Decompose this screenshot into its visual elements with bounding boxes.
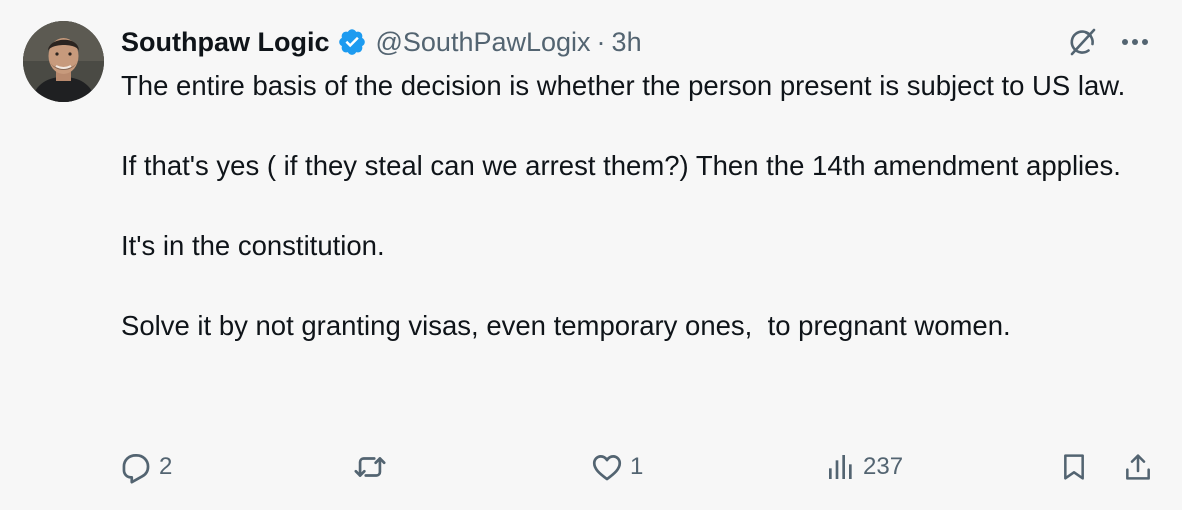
views-count: 237: [863, 453, 904, 480]
like-count: 1: [630, 453, 644, 480]
tweet-paragraph: It's in the constitution.: [121, 230, 385, 261]
verified-badge-icon[interactable]: [337, 27, 367, 57]
reply-count: 2: [159, 453, 173, 480]
share-icon: [1122, 450, 1154, 484]
author-display-name[interactable]: Southpaw Logic: [121, 27, 330, 58]
tweet-header: Southpaw Logic @SouthPawLogix · 3h: [121, 24, 642, 60]
tweet-card: Southpaw Logic @SouthPawLogix · 3h The e…: [0, 0, 1182, 510]
heart-icon: [590, 450, 624, 484]
repost-icon: [352, 450, 388, 484]
views-button[interactable]: 237: [825, 447, 903, 487]
author-handle[interactable]: @SouthPawLogix: [376, 27, 591, 58]
tweet-text: The entire basis of the decision is whet…: [121, 66, 1161, 346]
tweet-paragraph: Solve it by not granting visas, even tem…: [121, 310, 1011, 341]
separator-dot: ·: [596, 26, 606, 57]
views-icon: [825, 450, 857, 484]
repost-button[interactable]: [352, 447, 394, 487]
like-button[interactable]: 1: [590, 447, 643, 487]
tweet-paragraph: If that's yes ( if they steal can we arr…: [121, 150, 1121, 181]
share-button[interactable]: [1122, 447, 1154, 487]
reply-button[interactable]: 2: [119, 447, 172, 487]
tweet-paragraph: The entire basis of the decision is whet…: [121, 70, 1126, 101]
reply-icon: [119, 450, 153, 484]
bookmark-button[interactable]: [1058, 447, 1090, 487]
more-icon[interactable]: [1117, 26, 1153, 58]
avatar[interactable]: [23, 21, 104, 102]
tweet-timestamp[interactable]: 3h: [612, 27, 642, 58]
grok-icon[interactable]: [1064, 24, 1100, 60]
bookmark-icon: [1058, 450, 1090, 484]
